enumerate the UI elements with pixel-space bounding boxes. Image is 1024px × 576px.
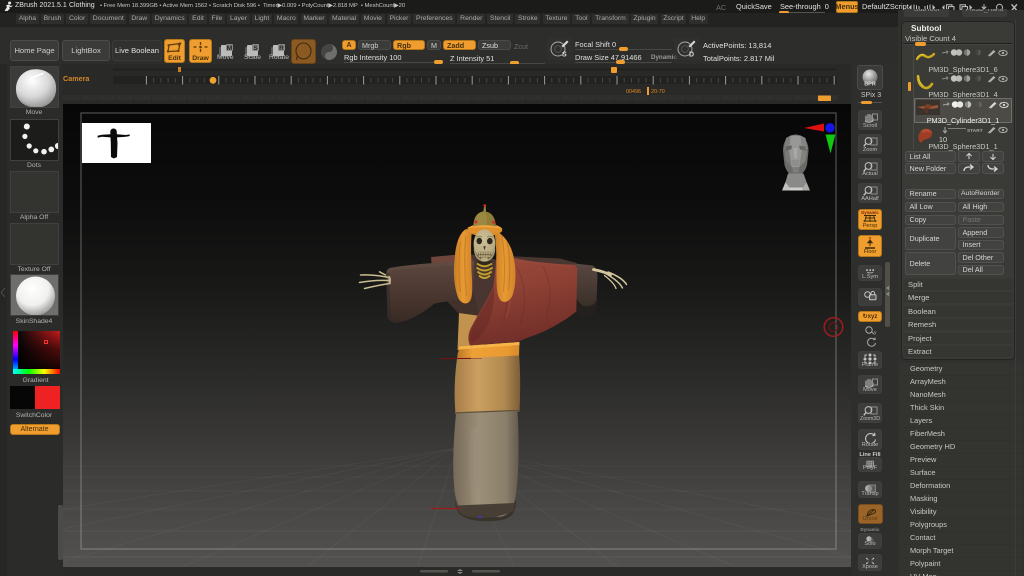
svg-text:Edit: Edit: [168, 55, 182, 62]
svg-text:S: S: [253, 45, 258, 52]
svg-text:y: y: [874, 330, 877, 335]
svg-text:Draw: Draw: [192, 55, 209, 62]
svg-text:D: D: [689, 52, 694, 59]
svg-text:BPR: BPR: [864, 81, 876, 87]
svg-text:START: START: [967, 127, 983, 133]
svg-text:S: S: [562, 52, 567, 59]
svg-text:M: M: [227, 45, 232, 52]
svg-text:R: R: [279, 45, 284, 52]
